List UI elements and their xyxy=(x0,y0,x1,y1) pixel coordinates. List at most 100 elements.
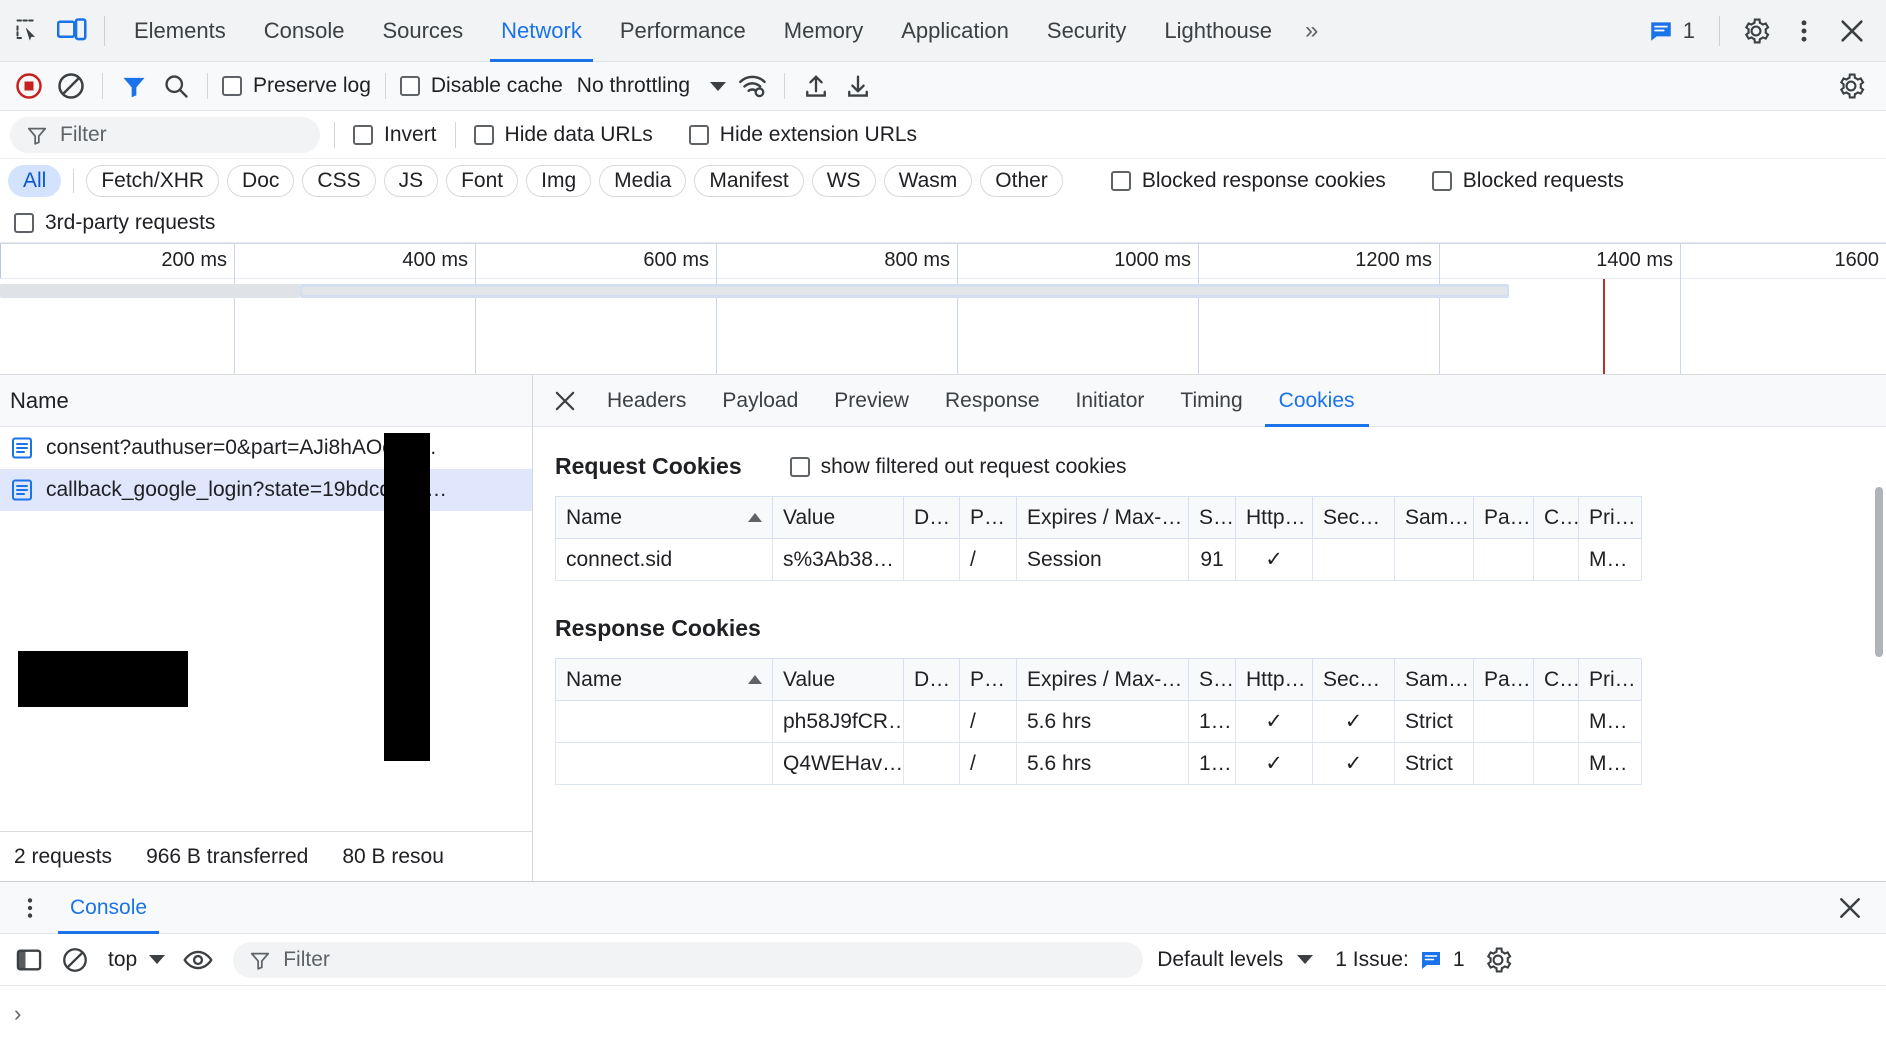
table-row[interactable]: connect.sid s%3Ab38… / Session 91 ✓ M… xyxy=(555,538,1642,581)
type-filter-css[interactable]: CSS xyxy=(302,165,376,197)
inspect-element-icon[interactable] xyxy=(6,9,50,53)
import-har-icon[interactable] xyxy=(795,65,837,107)
console-sidebar-icon[interactable] xyxy=(8,939,50,981)
tab-network[interactable]: Network xyxy=(482,0,601,62)
drawer-tab-console[interactable]: Console xyxy=(54,882,163,934)
col-priority[interactable]: Pri… xyxy=(1578,658,1642,701)
col-name[interactable]: Name xyxy=(555,496,773,539)
col-secure[interactable]: Sec… xyxy=(1312,658,1395,701)
more-vertical-icon[interactable] xyxy=(1782,9,1826,53)
col-domain[interactable]: D… xyxy=(903,496,960,539)
throttling-select[interactable]: No throttling xyxy=(567,74,732,98)
tab-memory[interactable]: Memory xyxy=(765,0,882,62)
console-levels-select[interactable]: Default levels xyxy=(1147,948,1323,972)
col-secure[interactable]: Sec… xyxy=(1312,496,1395,539)
cell-size: 1… xyxy=(1188,700,1236,743)
detail-tab-response[interactable]: Response xyxy=(927,375,1058,427)
search-icon[interactable] xyxy=(155,65,197,107)
filter-icon[interactable] xyxy=(113,65,155,107)
export-har-icon[interactable] xyxy=(837,65,879,107)
console-context-select[interactable]: top xyxy=(100,948,173,972)
col-httponly[interactable]: Http… xyxy=(1235,496,1313,539)
type-filter-all[interactable]: All xyxy=(8,165,62,197)
table-row[interactable]: ph58J9fCR… / 5.6 hrs 1… ✓ ✓ Strict M… xyxy=(555,700,1642,743)
type-filter-img[interactable]: Img xyxy=(526,165,592,197)
type-filter-fetch-xhr[interactable]: Fetch/XHR xyxy=(86,165,220,197)
detail-tab-cookies[interactable]: Cookies xyxy=(1261,375,1373,427)
detail-scrollbar[interactable] xyxy=(1875,487,1883,657)
close-drawer-icon[interactable] xyxy=(1826,884,1874,932)
col-samesite[interactable]: Sam… xyxy=(1394,496,1474,539)
detail-tab-initiator[interactable]: Initiator xyxy=(1058,375,1163,427)
live-expression-eye-icon[interactable] xyxy=(177,939,219,981)
detail-tab-preview[interactable]: Preview xyxy=(816,375,927,427)
blocked-response-cookies-checkbox[interactable]: Blocked response cookies xyxy=(1107,169,1390,193)
request-list-header[interactable]: Name xyxy=(0,375,532,427)
col-crosssite[interactable]: C… xyxy=(1533,496,1579,539)
device-toolbar-icon[interactable] xyxy=(50,9,94,53)
type-filter-ws[interactable]: WS xyxy=(811,165,876,197)
network-overview-timeline[interactable]: 200 ms 400 ms 600 ms 800 ms 1000 ms 1200… xyxy=(0,243,1886,375)
issues-counter[interactable]: 1 xyxy=(1638,11,1705,51)
close-icon[interactable] xyxy=(1830,9,1874,53)
tab-application[interactable]: Application xyxy=(882,0,1028,62)
type-filter-font[interactable]: Font xyxy=(446,165,519,197)
more-tabs-icon[interactable]: » xyxy=(1291,17,1332,45)
col-samesite[interactable]: Sam… xyxy=(1394,658,1474,701)
col-value[interactable]: Value xyxy=(772,496,904,539)
tab-elements[interactable]: Elements xyxy=(115,0,245,62)
col-path[interactable]: P… xyxy=(959,658,1017,701)
tab-sources[interactable]: Sources xyxy=(363,0,482,62)
close-detail-icon[interactable] xyxy=(541,377,589,425)
col-path[interactable]: P… xyxy=(959,496,1017,539)
tab-performance[interactable]: Performance xyxy=(601,0,765,62)
blocked-requests-checkbox[interactable]: Blocked requests xyxy=(1428,169,1628,193)
type-filter-other[interactable]: Other xyxy=(980,165,1063,197)
col-expires[interactable]: Expires / Max-… xyxy=(1016,496,1189,539)
type-filter-doc[interactable]: Doc xyxy=(227,165,295,197)
col-expires[interactable]: Expires / Max-… xyxy=(1016,658,1189,701)
col-name[interactable]: Name xyxy=(555,658,773,701)
third-party-requests-checkbox[interactable]: 3rd-party requests xyxy=(10,211,219,235)
request-row-consent[interactable]: consent?authuser=0&part=AJi8hAOcd7… xyxy=(0,427,532,469)
col-priority[interactable]: Pri… xyxy=(1578,496,1642,539)
col-httponly[interactable]: Http… xyxy=(1235,658,1313,701)
tab-lighthouse[interactable]: Lighthouse xyxy=(1145,0,1291,62)
console-issues-link[interactable]: 1 Issue: 1 xyxy=(1327,948,1472,972)
hide-data-urls-checkbox[interactable]: Hide data URLs xyxy=(470,123,657,147)
col-domain[interactable]: D… xyxy=(903,658,960,701)
request-row-callback-google-login[interactable]: callback_google_login?state=19bdcd6b2… xyxy=(0,469,532,511)
col-size[interactable]: S… xyxy=(1188,658,1236,701)
console-prompt[interactable]: › xyxy=(0,986,1886,1042)
col-value[interactable]: Value xyxy=(772,658,904,701)
preserve-log-checkbox[interactable]: Preserve log xyxy=(218,74,375,98)
tab-security[interactable]: Security xyxy=(1028,0,1145,62)
detail-tab-headers[interactable]: Headers xyxy=(589,375,704,427)
hide-extension-urls-checkbox[interactable]: Hide extension URLs xyxy=(685,123,921,147)
col-partition[interactable]: Pa… xyxy=(1473,658,1534,701)
drawer-more-tools-icon[interactable] xyxy=(6,884,54,932)
invert-checkbox[interactable]: Invert xyxy=(349,123,441,147)
col-partition[interactable]: Pa… xyxy=(1473,496,1534,539)
detail-tab-timing[interactable]: Timing xyxy=(1162,375,1260,427)
console-filter-input[interactable]: Filter xyxy=(233,941,1144,978)
table-row[interactable]: Q4WEHav… / 5.6 hrs 1… ✓ ✓ Strict M… xyxy=(555,742,1642,785)
type-filter-manifest[interactable]: Manifest xyxy=(694,165,804,197)
show-filtered-request-cookies-checkbox[interactable]: show filtered out request cookies xyxy=(786,455,1131,479)
network-conditions-icon[interactable] xyxy=(732,65,774,107)
gear-icon[interactable] xyxy=(1734,9,1778,53)
disable-cache-checkbox[interactable]: Disable cache xyxy=(396,74,567,98)
filter-input[interactable]: Filter xyxy=(10,116,320,153)
tab-console[interactable]: Console xyxy=(245,0,364,62)
col-crosssite[interactable]: C… xyxy=(1533,658,1579,701)
type-filter-js[interactable]: JS xyxy=(383,165,439,197)
detail-tab-payload[interactable]: Payload xyxy=(704,375,816,427)
clear-button[interactable] xyxy=(50,65,92,107)
type-filter-wasm[interactable]: Wasm xyxy=(883,165,973,197)
clear-console-icon[interactable] xyxy=(54,939,96,981)
console-settings-gear-icon[interactable] xyxy=(1477,939,1519,981)
type-filter-media[interactable]: Media xyxy=(599,165,687,197)
network-settings-gear-icon[interactable] xyxy=(1830,65,1872,107)
col-size[interactable]: S… xyxy=(1188,496,1236,539)
record-button[interactable] xyxy=(8,65,50,107)
